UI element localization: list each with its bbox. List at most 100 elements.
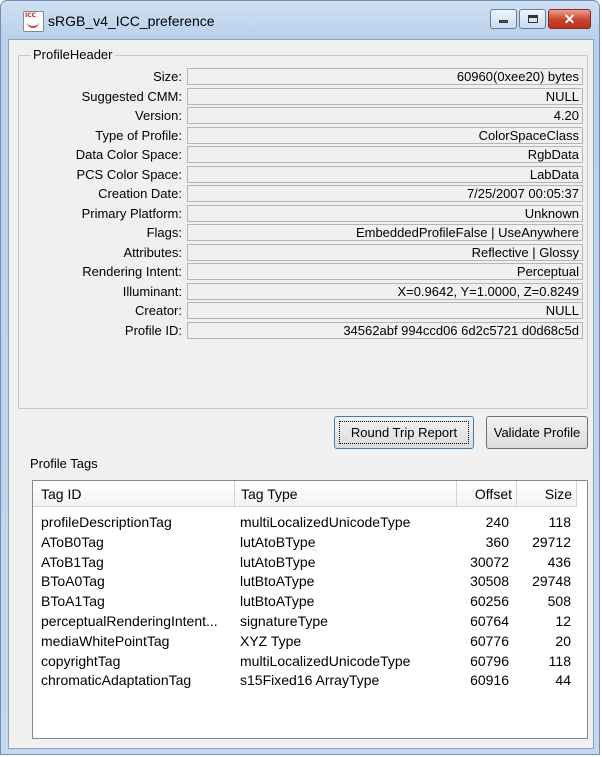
header-field-value[interactable]: NULL xyxy=(187,87,583,105)
size-cell: 508 xyxy=(547,593,571,610)
tag-type-cell: lutAtoBType xyxy=(240,553,316,570)
header-field-value[interactable]: Unknown xyxy=(187,204,583,222)
header-field-row: Version: 4.20 xyxy=(19,107,587,125)
header-field-row: Suggested CMM: NULL xyxy=(19,87,587,106)
header-field-label: PCS Color Space: xyxy=(76,166,183,182)
header-field-value[interactable]: 60960(0xee20) bytes xyxy=(187,68,583,85)
offset-cell: 360 xyxy=(485,533,509,550)
header-field-label: Illuminant: xyxy=(122,283,182,299)
header-field-row: Flags: EmbeddedProfileFalse | UseAnywhere xyxy=(19,224,587,242)
header-field-label: Suggested CMM: xyxy=(81,88,182,104)
header-field-row: Creator: NULL xyxy=(19,302,587,320)
maximize-icon xyxy=(528,15,538,23)
tag-type-cell: multiLocalizedUnicodeType xyxy=(240,652,411,669)
header-field-label: Rendering Intent: xyxy=(82,264,182,279)
offset-cell: 30508 xyxy=(470,573,509,590)
close-button[interactable]: ✕ xyxy=(548,9,591,29)
icc-profile-icon: ICC xyxy=(23,11,44,32)
header-field-value[interactable]: 4.20 xyxy=(187,107,583,124)
profile-tags-list[interactable]: Tag ID Tag Type Offset Size profileDescr… xyxy=(32,480,588,739)
offset-cell: 60256 xyxy=(470,593,509,610)
table-row[interactable]: profileDescriptionTag multiLocalizedUnico… xyxy=(33,513,587,532)
tag-type-cell: multiLocalizedUnicodeType xyxy=(240,514,411,530)
column-header-tag-id[interactable]: Tag ID xyxy=(33,481,235,507)
header-field-value[interactable]: 34562abf 994ccd06 6d2c5721 d0d68c5d xyxy=(187,321,583,339)
size-cell: 118 xyxy=(548,514,571,530)
title-bar[interactable]: ICC sRGB_v4_ICC_preference ✕ xyxy=(1,1,599,39)
header-field-row: Rendering Intent: Perceptual xyxy=(19,263,587,281)
profile-header-group: ProfileHeader Size: 60960(0xee20) bytes Su… xyxy=(18,47,588,409)
header-field-value[interactable]: 7/25/2007 00:05:37 xyxy=(187,185,583,202)
size-cell: 29748 xyxy=(532,573,571,590)
header-field-row: PCS Color Space: LabData xyxy=(19,165,587,184)
client-area: ProfileHeader Size: 60960(0xee20) bytes Su… xyxy=(8,39,594,749)
column-header-tag-type[interactable]: Tag Type xyxy=(235,481,457,507)
header-field-label: Type of Profile: xyxy=(95,127,182,143)
header-field-value[interactable]: NULL xyxy=(187,302,583,319)
header-field-value[interactable]: Reflective | Glossy xyxy=(187,243,583,261)
table-row[interactable]: BToA0Tag lutBtoAType 30508 29748 xyxy=(33,572,587,591)
header-field-row: Size: 60960(0xee20) bytes xyxy=(19,68,587,86)
size-cell: 12 xyxy=(555,613,571,629)
header-field-value[interactable]: LabData xyxy=(187,165,583,183)
profile-header-legend: ProfileHeader xyxy=(31,47,115,62)
header-field-value[interactable]: ColorSpaceClass xyxy=(187,126,583,144)
table-row[interactable]: AToB0Tag lutAtoBType 360 29712 xyxy=(33,533,587,552)
header-field-value[interactable]: RgbData xyxy=(187,146,583,163)
maximize-button[interactable] xyxy=(519,9,546,29)
tag-id-cell: AToB0Tag xyxy=(41,533,104,550)
tag-id-cell: copyrightTag xyxy=(41,652,121,669)
tag-type-cell: signatureType xyxy=(240,613,328,629)
header-field-label: Profile ID: xyxy=(124,322,182,338)
table-row[interactable]: copyrightTag multiLocalizedUnicodeType 607… xyxy=(33,652,587,671)
window-title: sRGB_v4_ICC_preference xyxy=(48,13,215,29)
offset-cell: 60764 xyxy=(470,613,509,629)
tag-id-cell: BToA1Tag xyxy=(41,593,105,610)
tag-id-cell: profileDescriptionTag xyxy=(41,514,172,530)
size-cell: 436 xyxy=(547,553,571,570)
profile-tags-label: Profile Tags xyxy=(30,456,98,471)
header-field-label: Flags: xyxy=(146,225,182,240)
tag-type-cell: XYZ Type xyxy=(240,632,302,649)
table-row[interactable]: BToA1Tag lutBtoAType 60256 508 xyxy=(33,592,587,611)
header-field-row: Profile ID: 34562abf 994ccd06 6d2c5721 d0… xyxy=(19,321,587,340)
header-field-value[interactable]: Perceptual xyxy=(187,263,583,280)
header-field-label: Attributes: xyxy=(123,244,182,260)
offset-cell: 60776 xyxy=(470,632,509,649)
column-header-offset[interactable]: Offset xyxy=(457,481,517,507)
header-field-value[interactable]: EmbeddedProfileFalse | UseAnywhere xyxy=(187,224,583,241)
header-field-label: Version: xyxy=(135,108,182,123)
header-field-row: Creation Date: 7/25/2007 00:05:37 xyxy=(19,185,587,203)
round-trip-report-button[interactable]: Round Trip Report xyxy=(334,416,474,449)
size-cell: 29712 xyxy=(532,533,571,550)
size-cell: 20 xyxy=(555,632,571,649)
header-field-label: Primary Platform: xyxy=(81,205,182,221)
header-field-label: Size: xyxy=(153,69,182,84)
tag-id-cell: mediaWhitePointTag xyxy=(41,632,170,649)
size-cell: 118 xyxy=(548,652,571,669)
offset-cell: 60916 xyxy=(470,672,509,689)
table-row[interactable]: perceptualRenderingIntent... signatureTyp… xyxy=(33,612,587,631)
header-field-label: Creation Date: xyxy=(98,186,182,201)
tag-id-cell: perceptualRenderingIntent... xyxy=(41,613,218,629)
column-header-size[interactable]: Size xyxy=(517,481,577,507)
size-cell: 44 xyxy=(555,672,571,689)
table-row[interactable]: AToB1Tag lutAtoBType 30072 436 xyxy=(33,553,587,572)
table-row[interactable]: mediaWhitePointTag XYZ Type 60776 20 xyxy=(33,632,587,651)
app-icon-text: ICC xyxy=(25,12,37,19)
header-field-row: Type of Profile: ColorSpaceClass xyxy=(19,126,587,145)
validate-profile-label: Validate Profile xyxy=(493,425,581,440)
table-row[interactable]: chromaticAdaptationTag s15Fixed16 ArrayTy… xyxy=(33,671,587,690)
header-field-row: Illuminant: X=0.9642, Y=1.0000, Z=0.8249 xyxy=(19,282,587,301)
header-field-row: Data Color Space: RgbData xyxy=(19,146,587,164)
validate-profile-button[interactable]: Validate Profile xyxy=(486,416,588,449)
offset-cell: 240 xyxy=(485,514,509,530)
tag-id-cell: chromaticAdaptationTag xyxy=(41,672,192,689)
offset-cell: 60796 xyxy=(470,652,509,669)
tag-type-cell: s15Fixed16 ArrayType xyxy=(240,672,380,689)
close-icon: ✕ xyxy=(563,11,576,27)
tag-type-cell: lutAtoBType xyxy=(240,533,316,550)
minimize-button[interactable] xyxy=(490,9,517,29)
tag-type-cell: lutBtoAType xyxy=(240,573,315,590)
header-field-value[interactable]: X=0.9642, Y=1.0000, Z=0.8249 xyxy=(187,282,583,300)
